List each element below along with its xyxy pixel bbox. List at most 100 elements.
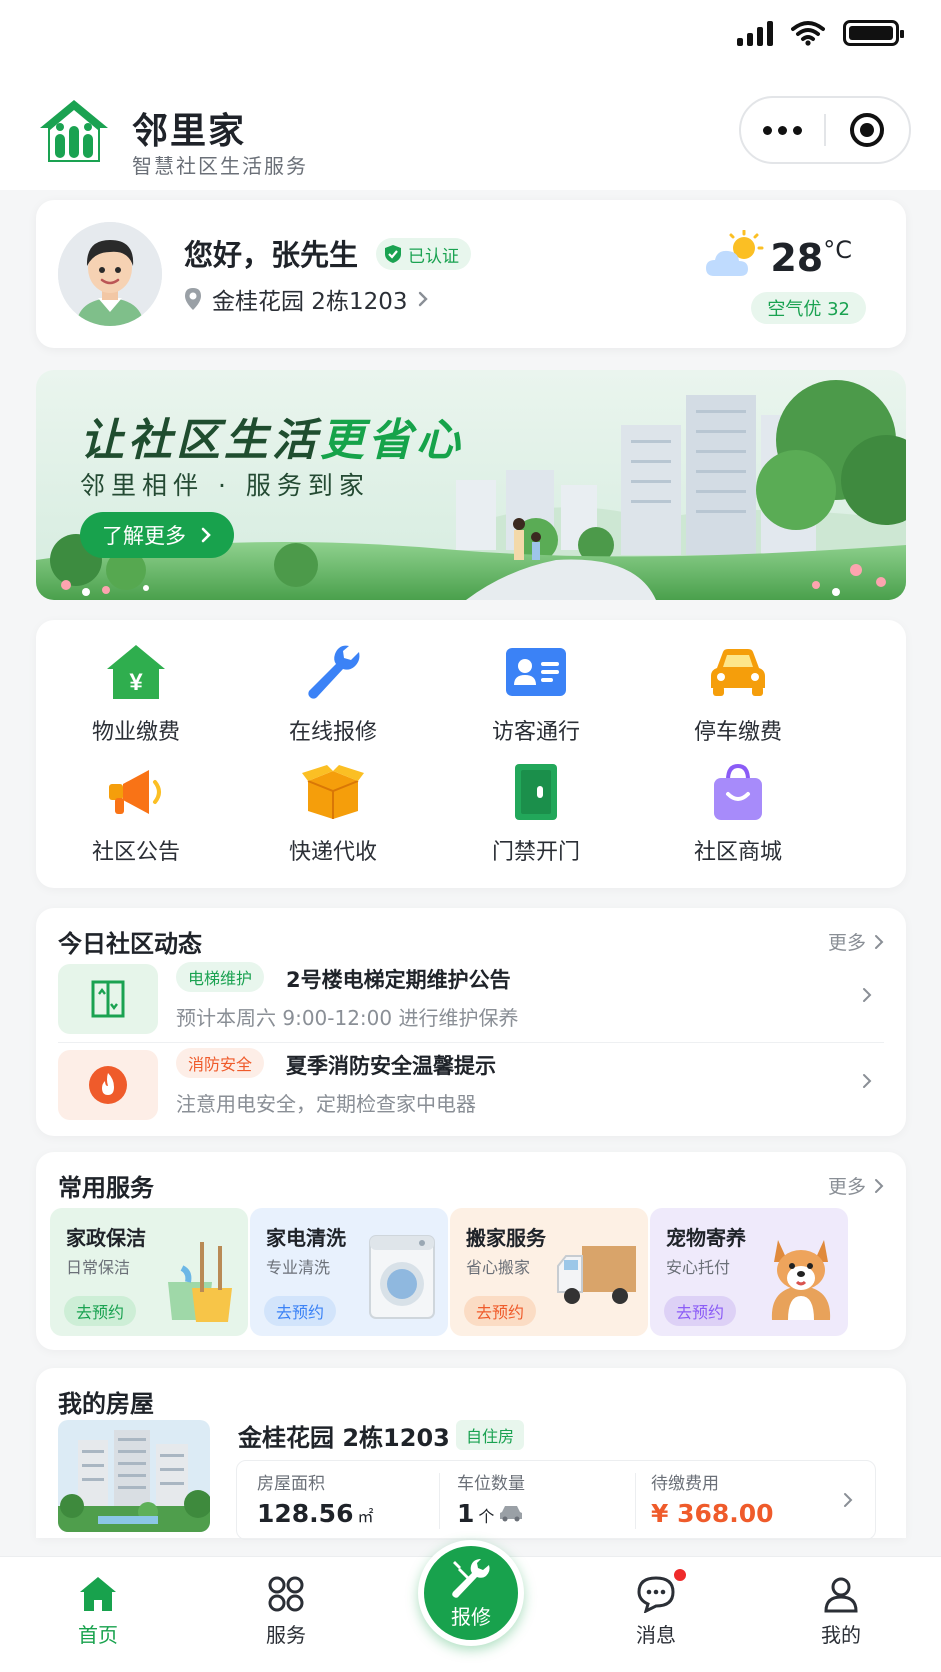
avatar[interactable] (58, 222, 162, 326)
book-button[interactable]: 去预约 (64, 1296, 137, 1326)
user-icon (824, 1577, 858, 1613)
news-tag: 电梯维护 (176, 962, 265, 992)
learn-more-button[interactable]: 了解更多 (80, 512, 234, 558)
door-icon (502, 758, 570, 826)
stat-area: 房屋面积 128.56 ㎡ (257, 1474, 374, 1528)
temperature: 28°C (770, 236, 852, 280)
tab-mine[interactable]: 我的 (781, 1575, 901, 1648)
house-logo-icon (40, 100, 108, 162)
news-tag: 消防安全 (176, 1048, 265, 1078)
chevron-right-icon (419, 291, 429, 307)
promo-banner[interactable]: 让社区生活更省心 邻里相伴 · 服务到家 了解更多 (36, 370, 906, 600)
community-news-card: 今日社区动态 更多 电梯维护 2号楼电梯定期维护公告 预计本周六 9:00-12… (36, 908, 906, 1136)
app-header: 邻里家 智慧社区生活服务 (0, 80, 941, 190)
grid-item-community-mall[interactable]: 社区商城 (638, 758, 838, 868)
svg-text:¥: ¥ (129, 669, 143, 696)
grid-item-property-fee[interactable]: ¥ 物业缴费 (36, 638, 236, 748)
book-button[interactable]: 去预约 (264, 1296, 337, 1326)
common-services-card: 常用服务 更多 家政保洁 日常保洁 去预约 家电清洗 专业清洗 去预约 搬家服务… (36, 1152, 906, 1350)
status-bar (0, 0, 941, 80)
grid-item-parking-fee[interactable]: 停车缴费 (638, 638, 838, 748)
shield-check-icon (385, 245, 401, 263)
chevron-right-icon (875, 1178, 884, 1193)
service-card-cleaning[interactable]: 家政保洁 日常保洁 去预约 (50, 1208, 248, 1336)
chevron-right-icon (875, 934, 884, 949)
service-card-moving[interactable]: 搬家服务 省心搬家 去预约 (450, 1208, 648, 1336)
property-fee-icon: ¥ (102, 638, 170, 706)
my-house-card[interactable]: 我的房屋 金桂花园 2栋1203 自住房 房屋面积 128.56 ㎡ 车位数量 1… (36, 1368, 906, 1540)
repair-fab-button[interactable]: 报修 (418, 1540, 524, 1646)
washing-machine-icon (369, 1235, 435, 1319)
battery-icon (843, 20, 904, 46)
stat-pending-fee[interactable]: 待缴费用 ¥ 368.00 (631, 1461, 831, 1541)
news-title: 2号楼电梯定期维护公告 (286, 968, 511, 992)
service-card-pet[interactable]: 宠物寄养 安心托付 去预约 (650, 1208, 848, 1336)
news-description: 预计本周六 9:00-12:00 进行维护保养 (176, 1006, 519, 1030)
section-title: 今日社区动态 (58, 930, 202, 958)
wifi-icon (791, 21, 825, 46)
megaphone-icon (102, 758, 170, 826)
close-miniapp-icon[interactable] (826, 111, 909, 149)
chat-bubble-icon (637, 1576, 675, 1613)
news-item[interactable]: 电梯维护 2号楼电梯定期维护公告 预计本周六 9:00-12:00 进行维护保养 (58, 958, 884, 1040)
section-title: 我的房屋 (58, 1390, 154, 1418)
house-name: 金桂花园 2栋1203 (238, 1424, 450, 1452)
book-button[interactable]: 去预约 (464, 1296, 537, 1326)
banner-subtitle: 邻里相伴 · 服务到家 (80, 471, 370, 500)
air-quality-badge: 空气优 32 (751, 292, 866, 324)
news-item[interactable]: 消防安全 夏季消防安全温馨提示 注意用电安全，定期检查家中电器 (58, 1044, 884, 1126)
cellular-signal-icon (737, 20, 773, 46)
stat-parking: 车位数量 1个 (457, 1474, 525, 1528)
cleaning-bucket-icon (168, 1242, 232, 1322)
car-icon (704, 638, 772, 706)
section-title: 常用服务 (58, 1174, 154, 1202)
more-menu-icon[interactable] (741, 125, 824, 135)
grid-item-online-repair[interactable]: 在线报修 (233, 638, 433, 748)
dog-icon (771, 1240, 831, 1320)
news-more-link[interactable]: 更多 (828, 928, 884, 955)
quick-services-grid: ¥ 物业缴费 在线报修 访客通行 停车缴费 社区公告 快递代收 门禁开门 社区商… (36, 620, 906, 888)
address-selector[interactable]: 金桂花园 2栋1203 (184, 282, 429, 316)
house-stats: 房屋面积 128.56 ㎡ 车位数量 1个 待缴费用 ¥ 368.00 (236, 1460, 876, 1540)
moving-truck-icon (557, 1246, 636, 1304)
tab-home[interactable]: 首页 (38, 1575, 158, 1648)
verified-badge: 已认证 (376, 238, 471, 270)
grid-item-visitor-pass[interactable]: 访客通行 (436, 638, 636, 748)
greeting-text: 您好，张先生 (184, 238, 359, 272)
user-card[interactable]: 您好，张先生 已认证 金桂花园 2栋1203 28°C 空气优 32 (36, 200, 906, 348)
services-more-link[interactable]: 更多 (828, 1172, 884, 1199)
partly-cloudy-icon (706, 230, 764, 276)
house-photo (58, 1420, 210, 1532)
chevron-right-icon (844, 1493, 853, 1507)
car-icon (500, 1506, 523, 1522)
miniapp-capsule (739, 96, 911, 164)
wrench-screwdriver-icon (452, 1558, 490, 1598)
news-title: 夏季消防安全温馨提示 (286, 1054, 496, 1078)
service-card-appliance[interactable]: 家电清洗 专业清洗 去预约 (250, 1208, 448, 1336)
grid-item-door-access[interactable]: 门禁开门 (436, 758, 636, 868)
shopping-bag-icon (704, 758, 772, 826)
chevron-right-icon (863, 988, 872, 1002)
grid-four-icon (268, 1576, 304, 1612)
verified-label: 已认证 (408, 246, 459, 267)
chevron-right-icon (863, 1074, 872, 1088)
divider (58, 1042, 884, 1043)
unread-dot (672, 1567, 688, 1583)
package-icon (299, 758, 367, 826)
location-pin-icon (185, 288, 201, 310)
tab-service[interactable]: 服务 (226, 1575, 346, 1648)
wrench-icon (299, 638, 367, 706)
home-icon (80, 1577, 116, 1611)
elevator-icon (58, 964, 158, 1034)
tab-message[interactable]: 消息 (596, 1575, 716, 1648)
fire-icon (58, 1050, 158, 1120)
address-text: 金桂花园 2栋1203 (212, 289, 408, 315)
grid-item-package-pickup[interactable]: 快递代收 (233, 758, 433, 868)
banner-title: 让社区生活更省心 (80, 415, 464, 466)
book-button[interactable]: 去预约 (664, 1296, 737, 1326)
chevron-right-icon (201, 527, 211, 543)
visitor-card-icon (502, 638, 570, 706)
app-title: 邻里家 (132, 111, 247, 152)
grid-item-announcements[interactable]: 社区公告 (36, 758, 236, 868)
news-description: 注意用电安全，定期检查家中电器 (176, 1092, 476, 1116)
